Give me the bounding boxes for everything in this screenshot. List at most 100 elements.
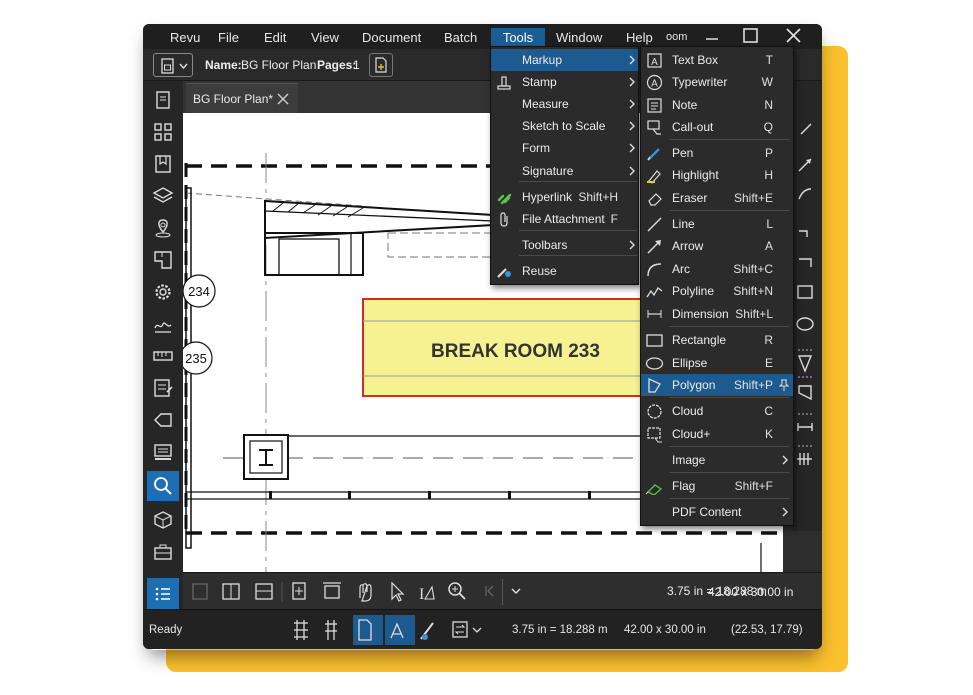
menu-item-note[interactable]: Note N — [641, 94, 793, 116]
pin-icon[interactable] — [778, 374, 790, 396]
menu-item-shortcut: R — [764, 333, 773, 347]
menu-item-typewriter[interactable]: A Typewriter W — [641, 71, 793, 93]
menu-item-markup[interactable]: Markup — [491, 49, 638, 71]
menu-item-flag[interactable]: Flag Shift+F — [641, 475, 793, 497]
list-icon[interactable] — [152, 583, 174, 605]
menu-item-cloud-plus[interactable]: Cloud+ K — [641, 423, 793, 445]
document-menu-button[interactable] — [153, 53, 193, 77]
spaces-icon[interactable] — [152, 249, 174, 271]
3d-model-icon[interactable] — [152, 509, 174, 531]
status-page-size: 42.00 x 30.00 in — [624, 624, 706, 636]
menu-item-image[interactable]: Image — [641, 449, 793, 471]
bookmarks-icon[interactable] — [152, 153, 174, 175]
layers-icon[interactable] — [152, 185, 174, 207]
cloud-icon — [647, 404, 662, 419]
document-icon — [161, 58, 188, 74]
menu-item-shortcut: A — [764, 239, 773, 253]
menu-item-file-attachment[interactable]: File Attachment F — [491, 208, 638, 230]
search-icon[interactable] — [152, 475, 174, 497]
chevron-right-icon — [782, 507, 788, 517]
right-tool-strip — [793, 81, 822, 531]
signatures-icon[interactable] — [152, 313, 174, 335]
typewriter-icon: A — [646, 74, 663, 91]
menu-item-stamp[interactable]: Stamp — [491, 71, 638, 93]
menu-item-call-out[interactable]: Call-out Q — [641, 116, 793, 138]
menu-item-form[interactable]: Form — [491, 137, 638, 159]
menu-item-shortcut: Shift+F — [734, 479, 773, 493]
menu-separator — [519, 181, 637, 182]
menu-item-label: Pen — [672, 146, 694, 160]
menu-help[interactable]: Help — [620, 28, 659, 47]
left-panel-bar — [143, 81, 183, 609]
menu-item-pen[interactable]: Pen P — [641, 142, 793, 164]
menu-item-label: Arc — [672, 262, 690, 276]
menu-item-label: File Attachment — [522, 212, 605, 226]
menu-batch[interactable]: Batch — [438, 28, 483, 47]
close-icon[interactable] — [783, 26, 805, 46]
stamp-icon — [497, 76, 511, 90]
menu-file[interactable]: File — [212, 28, 245, 47]
menu-item-rectangle[interactable]: Rectangle R — [641, 329, 793, 351]
hyperlink-icon — [497, 193, 512, 205]
settings-gear-icon[interactable] — [152, 281, 174, 303]
menu-item-cloud[interactable]: Cloud C — [641, 400, 793, 422]
menu-item-label: Markup — [522, 53, 563, 67]
menu-edit[interactable]: Edit — [258, 28, 292, 47]
svg-text:A: A — [651, 57, 658, 68]
stamps-icon[interactable] — [152, 441, 174, 463]
menu-item-label: Call-out — [672, 120, 714, 134]
grid-view-icon[interactable] — [152, 121, 174, 143]
menu-item-reuse[interactable]: Reuse — [491, 260, 638, 282]
eraser-icon — [648, 193, 662, 206]
menu-item-polygon[interactable]: Polygon Shift+P — [641, 374, 793, 396]
svg-text:A: A — [651, 79, 658, 90]
menu-item-arc[interactable]: Arc Shift+C — [641, 258, 793, 280]
menu-view[interactable]: View — [305, 28, 345, 47]
markup-submenu: A Text Box T A Typewriter W Note N Call-out Q Pen P… — [640, 46, 794, 526]
menu-item-label: Arrow — [672, 239, 704, 253]
menu-item-toolbars[interactable]: Toolbars — [491, 234, 638, 256]
chevron-right-icon — [629, 121, 635, 131]
menu-item-pdf-content[interactable]: PDF Content — [641, 501, 793, 523]
thumbnails-icon[interactable] — [152, 89, 174, 111]
chevron-right-icon — [629, 166, 635, 176]
menu-item-arrow[interactable]: Arrow A — [641, 235, 793, 257]
tag-icon[interactable] — [152, 409, 174, 431]
menu-item-label: Cloud+ — [672, 427, 711, 441]
insert-page-button[interactable] — [369, 53, 393, 77]
menu-separator — [669, 472, 789, 473]
menu-revu[interactable]: Revu — [164, 28, 206, 47]
toolchest-icon[interactable] — [152, 541, 174, 563]
menu-item-shortcut: K — [764, 427, 773, 441]
menu-separator — [669, 446, 789, 447]
menu-item-ellipse[interactable]: Ellipse E — [641, 352, 793, 374]
menu-document[interactable]: Document — [356, 28, 427, 47]
menu-item-hyperlink[interactable]: Hyperlink Shift+H — [491, 186, 638, 208]
menu-item-sketch-to-scale[interactable]: Sketch to Scale — [491, 115, 638, 137]
tab-close-icon[interactable] — [276, 88, 290, 110]
maximize-icon[interactable] — [739, 26, 761, 46]
menu-item-measure[interactable]: Measure — [491, 93, 638, 115]
menu-item-shortcut: Shift+N — [733, 284, 773, 298]
markups-list-icon[interactable] — [152, 377, 174, 399]
menu-item-label: Line — [672, 217, 695, 231]
status-ready: Ready — [149, 624, 183, 636]
menu-separator — [519, 230, 637, 231]
menu-item-highlight[interactable]: Highlight H — [641, 164, 793, 186]
menu-item-label: PDF Content — [672, 505, 742, 519]
menu-item-eraser[interactable]: Eraser Shift+E — [641, 187, 793, 209]
menu-item-polyline[interactable]: Polyline Shift+N — [641, 280, 793, 302]
menu-item-text-box[interactable]: A Text Box T — [641, 49, 793, 71]
menu-item-signature[interactable]: Signature — [491, 160, 638, 182]
rectangle-icon — [646, 334, 663, 347]
pages-value: 1 — [353, 58, 360, 72]
tab-bg-floor-plan[interactable]: BG Floor Plan* — [186, 83, 298, 113]
places-icon[interactable] — [152, 217, 174, 239]
minimize-icon[interactable] — [701, 26, 723, 46]
measurements-ruler-icon[interactable] — [152, 345, 174, 367]
menu-item-line[interactable]: Line L — [641, 213, 793, 235]
menu-item-dimension[interactable]: Dimension Shift+L — [641, 303, 793, 325]
menu-tools[interactable]: Tools — [491, 28, 545, 47]
menu-window[interactable]: Window — [550, 28, 608, 47]
menu-item-shortcut: Shift+H — [578, 190, 618, 204]
